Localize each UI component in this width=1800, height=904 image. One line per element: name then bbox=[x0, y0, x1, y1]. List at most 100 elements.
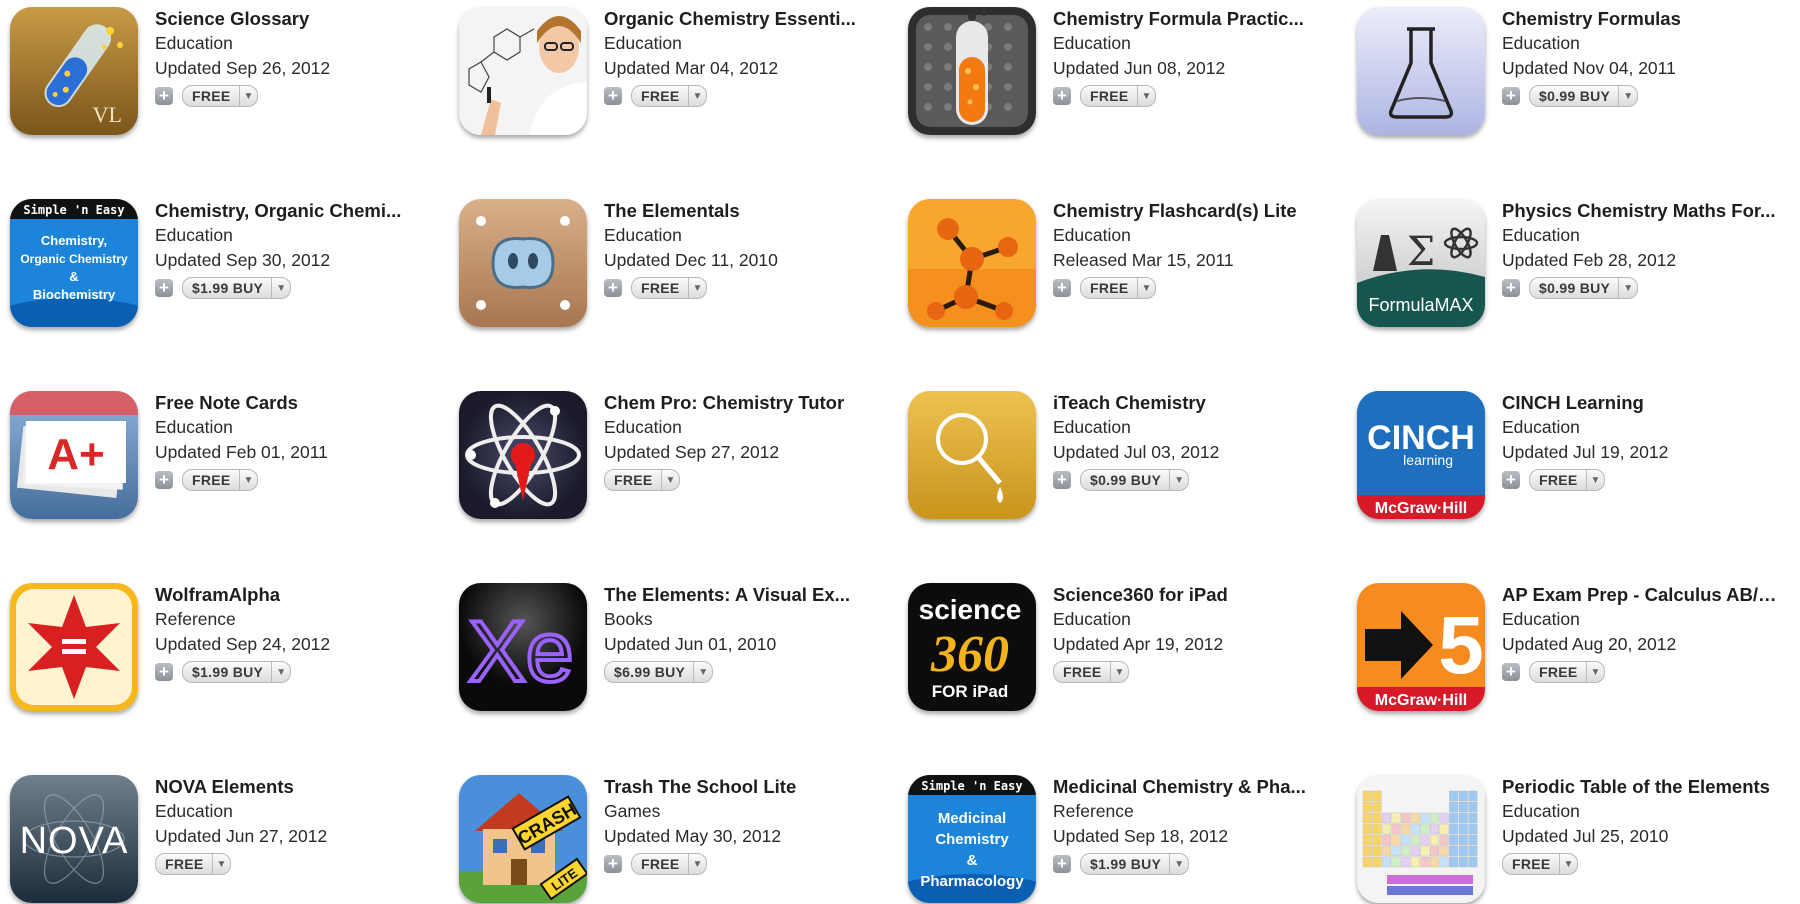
add-to-wishlist-button[interactable]: + bbox=[1053, 855, 1071, 873]
app-title[interactable]: NOVA Elements bbox=[155, 775, 435, 799]
app-icon[interactable]: Σ FormulaMAX bbox=[1357, 199, 1485, 327]
price-label[interactable]: FREE bbox=[1539, 664, 1586, 680]
price-button[interactable]: FREE ▼ bbox=[182, 85, 259, 107]
dropdown-arrow-icon[interactable]: ▼ bbox=[211, 854, 226, 874]
dropdown-arrow-icon[interactable]: ▼ bbox=[238, 470, 253, 490]
app-title[interactable]: AP Exam Prep - Calculus AB/B... bbox=[1502, 583, 1782, 607]
add-to-wishlist-button[interactable]: + bbox=[155, 279, 173, 297]
app-item-17[interactable]: NOVA NOVA Elements Education Updated Jun… bbox=[0, 768, 449, 904]
app-category[interactable]: Education bbox=[604, 31, 884, 56]
add-to-wishlist-button[interactable]: + bbox=[1502, 87, 1520, 105]
add-to-wishlist-button[interactable]: + bbox=[604, 855, 622, 873]
price-button[interactable]: FREE ▼ bbox=[631, 85, 708, 107]
app-item-3[interactable]: Chemistry Formula Practic... Education U… bbox=[898, 0, 1347, 192]
app-icon[interactable]: CRASH LITE bbox=[459, 775, 587, 903]
dropdown-arrow-icon[interactable]: ▼ bbox=[1585, 662, 1600, 682]
app-category[interactable]: Education bbox=[604, 223, 884, 248]
price-button[interactable]: $0.99 BUY ▼ bbox=[1529, 277, 1639, 299]
app-title[interactable]: Physics Chemistry Maths For... bbox=[1502, 199, 1782, 223]
add-to-wishlist-button[interactable]: + bbox=[604, 279, 622, 297]
app-icon[interactable]: science 360 FOR iPad bbox=[908, 583, 1036, 711]
dropdown-arrow-icon[interactable]: ▼ bbox=[1618, 278, 1633, 298]
price-label[interactable]: FREE bbox=[1090, 88, 1137, 104]
app-item-7[interactable]: Chemistry Flashcard(s) Lite Education Re… bbox=[898, 192, 1347, 384]
app-category[interactable]: Education bbox=[1053, 607, 1333, 632]
app-category[interactable]: Education bbox=[1053, 415, 1333, 440]
add-to-wishlist-button[interactable]: + bbox=[1053, 87, 1071, 105]
price-button[interactable]: FREE ▼ bbox=[155, 853, 232, 875]
app-category[interactable]: Education bbox=[1053, 223, 1333, 248]
app-title[interactable]: The Elementals bbox=[604, 199, 884, 223]
price-button[interactable]: $1.99 BUY ▼ bbox=[182, 661, 292, 683]
price-button[interactable]: FREE ▼ bbox=[1529, 661, 1606, 683]
dropdown-arrow-icon[interactable]: ▼ bbox=[271, 278, 286, 298]
app-icon[interactable]: Simple 'n Easy Medicinal Chemistry & Pharmac… bbox=[908, 775, 1036, 903]
app-category[interactable]: Education bbox=[155, 223, 435, 248]
app-icon[interactable] bbox=[908, 199, 1036, 327]
add-to-wishlist-button[interactable]: + bbox=[1502, 471, 1520, 489]
app-item-12[interactable]: CINCH learning McGraw·Hill CINCH Learning … bbox=[1347, 384, 1800, 576]
dropdown-arrow-icon[interactable]: ▼ bbox=[660, 470, 675, 490]
app-title[interactable]: Chemistry Flashcard(s) Lite bbox=[1053, 199, 1333, 223]
app-title[interactable]: Science Glossary bbox=[155, 7, 435, 31]
price-button[interactable]: FREE ▼ bbox=[1502, 853, 1579, 875]
app-title[interactable]: The Elements: A Visual Ex... bbox=[604, 583, 884, 607]
app-item-9[interactable]: A+ Free Note Cards Education Updated Feb… bbox=[0, 384, 449, 576]
dropdown-arrow-icon[interactable]: ▼ bbox=[1169, 470, 1184, 490]
price-label[interactable]: $0.99 BUY bbox=[1090, 472, 1169, 488]
app-title[interactable]: Free Note Cards bbox=[155, 391, 435, 415]
app-item-14[interactable]: Xe The Elements: A Visual Ex... Books Up… bbox=[449, 576, 898, 768]
dropdown-arrow-icon[interactable]: ▼ bbox=[1618, 86, 1633, 106]
price-label[interactable]: $6.99 BUY bbox=[614, 664, 693, 680]
dropdown-arrow-icon[interactable]: ▼ bbox=[687, 854, 702, 874]
price-label[interactable]: FREE bbox=[1539, 472, 1586, 488]
add-to-wishlist-button[interactable]: + bbox=[1053, 471, 1071, 489]
price-label[interactable]: FREE bbox=[641, 280, 688, 296]
dropdown-arrow-icon[interactable]: ▼ bbox=[1136, 86, 1151, 106]
app-icon[interactable]: CINCH learning McGraw·Hill bbox=[1357, 391, 1485, 519]
app-title[interactable]: WolframAlpha bbox=[155, 583, 435, 607]
price-button[interactable]: FREE ▼ bbox=[604, 469, 681, 491]
app-item-16[interactable]: 5 McGraw·Hill AP Exam Prep - Calculus AB/… bbox=[1347, 576, 1800, 768]
app-category[interactable]: Education bbox=[1502, 607, 1782, 632]
dropdown-arrow-icon[interactable]: ▼ bbox=[1558, 854, 1573, 874]
add-to-wishlist-button[interactable]: + bbox=[155, 471, 173, 489]
price-label[interactable]: FREE bbox=[165, 856, 212, 872]
app-category[interactable]: Reference bbox=[155, 607, 435, 632]
app-icon[interactable] bbox=[1357, 7, 1485, 135]
price-button[interactable]: FREE ▼ bbox=[631, 853, 708, 875]
price-button[interactable]: $0.99 BUY ▼ bbox=[1080, 469, 1190, 491]
price-label[interactable]: FREE bbox=[614, 472, 661, 488]
app-icon[interactable]: A+ bbox=[10, 391, 138, 519]
price-label[interactable]: FREE bbox=[192, 88, 239, 104]
app-icon[interactable] bbox=[1357, 775, 1485, 903]
price-button[interactable]: $0.99 BUY ▼ bbox=[1529, 85, 1639, 107]
app-item-5[interactable]: Simple 'n Easy Chemistry, Organic Chemistr… bbox=[0, 192, 449, 384]
app-category[interactable]: Education bbox=[1502, 223, 1782, 248]
app-category[interactable]: Games bbox=[604, 799, 884, 824]
app-item-11[interactable]: iTeach Chemistry Education Updated Jul 0… bbox=[898, 384, 1347, 576]
price-button[interactable]: FREE ▼ bbox=[1080, 277, 1157, 299]
add-to-wishlist-button[interactable]: + bbox=[155, 87, 173, 105]
app-icon[interactable] bbox=[908, 391, 1036, 519]
app-category[interactable]: Education bbox=[155, 415, 435, 440]
price-label[interactable]: $0.99 BUY bbox=[1539, 88, 1618, 104]
app-title[interactable]: Chemistry Formulas bbox=[1502, 7, 1782, 31]
app-item-13[interactable]: WolframAlpha Reference Updated Sep 24, 2… bbox=[0, 576, 449, 768]
app-title[interactable]: Medicinal Chemistry & Pha... bbox=[1053, 775, 1333, 799]
price-label[interactable]: FREE bbox=[1090, 280, 1137, 296]
dropdown-arrow-icon[interactable]: ▼ bbox=[1169, 854, 1184, 874]
dropdown-arrow-icon[interactable]: ▼ bbox=[687, 86, 702, 106]
app-title[interactable]: Organic Chemistry Essenti... bbox=[604, 7, 884, 31]
price-label[interactable]: $1.99 BUY bbox=[1090, 856, 1169, 872]
app-item-8[interactable]: Σ FormulaMAX Physics Chemistry Maths For.… bbox=[1347, 192, 1800, 384]
app-icon[interactable]: NOVA bbox=[10, 775, 138, 903]
add-to-wishlist-button[interactable]: + bbox=[1053, 279, 1071, 297]
app-item-20[interactable]: Periodic Table of the Elements Education… bbox=[1347, 768, 1800, 904]
price-label[interactable]: $1.99 BUY bbox=[192, 664, 271, 680]
app-icon[interactable]: Simple 'n Easy Chemistry, Organic Chemistr… bbox=[10, 199, 138, 327]
app-item-19[interactable]: Simple 'n Easy Medicinal Chemistry & Pharmac… bbox=[898, 768, 1347, 904]
app-title[interactable]: Periodic Table of the Elements bbox=[1502, 775, 1782, 799]
dropdown-arrow-icon[interactable]: ▼ bbox=[687, 278, 702, 298]
app-category[interactable]: Education bbox=[155, 799, 435, 824]
